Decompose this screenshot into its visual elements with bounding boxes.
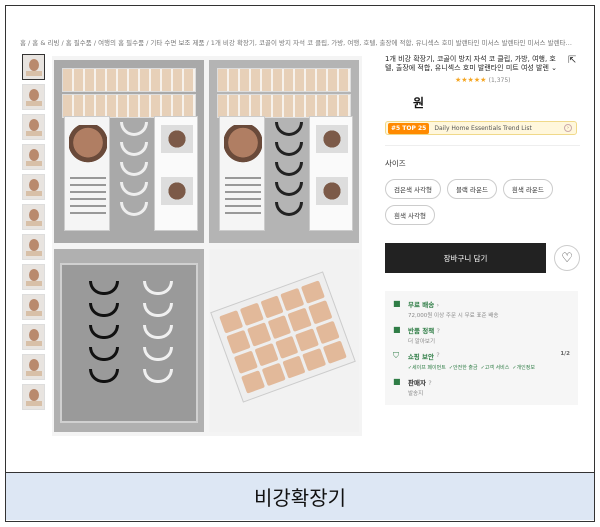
seller-info[interactable]: ■ 판매자 ? 발송지 bbox=[393, 377, 570, 397]
review-count: (1,375) bbox=[488, 77, 511, 84]
benefits-box: ■ 무료 배송 › 72,000원 이상 주문 시 무료 표준 배송 ■ 반품 정… bbox=[385, 291, 578, 405]
thumbnail[interactable] bbox=[22, 84, 45, 110]
thumbnail[interactable] bbox=[22, 324, 45, 350]
white-dilators bbox=[118, 116, 150, 231]
thumbnail[interactable] bbox=[22, 294, 45, 320]
info-card bbox=[154, 116, 198, 231]
share-icon[interactable]: ⇱ bbox=[568, 55, 576, 66]
divider bbox=[385, 145, 580, 146]
shipping-info[interactable]: ■ 무료 배송 › 72,000원 이상 주문 시 무료 표준 배송 bbox=[393, 299, 570, 319]
product-photo-package-white bbox=[54, 60, 204, 243]
thumbnail[interactable] bbox=[22, 144, 45, 170]
guarantee-item: ✓고객 서비스 bbox=[480, 365, 510, 371]
product-photo-tray bbox=[54, 249, 204, 432]
shield-icon: ⛉ bbox=[393, 351, 399, 360]
caption-bar: 비강확장기 bbox=[6, 472, 594, 520]
size-option[interactable]: 블랙 라운드 bbox=[446, 179, 497, 199]
size-option[interactable]: 검은색 사각형 bbox=[385, 179, 441, 199]
product-image-gallery[interactable] bbox=[52, 56, 362, 436]
thumbnail[interactable] bbox=[22, 234, 45, 260]
star-rating-icon: ★★★★★ bbox=[455, 76, 487, 84]
size-option[interactable]: 흰색 사각형 bbox=[385, 205, 435, 225]
security-pager[interactable]: 1/2 bbox=[560, 351, 570, 361]
size-label: 사이즈 bbox=[385, 159, 406, 168]
store-icon: ■ bbox=[393, 377, 401, 386]
info-card bbox=[309, 116, 353, 231]
price: 원 bbox=[413, 96, 425, 110]
package-card bbox=[219, 116, 265, 231]
patch-sheet bbox=[210, 271, 356, 403]
rating[interactable]: ★★★★★ (1,375) bbox=[385, 76, 580, 84]
top-list-name: Daily Home Essentials Trend List bbox=[434, 124, 532, 132]
size-options: 검은색 사각형 블랙 라운드 흰색 라운드 흰색 사각형 bbox=[385, 179, 580, 225]
thumbnail[interactable] bbox=[22, 264, 45, 290]
thumbnail[interactable] bbox=[22, 354, 45, 380]
thumbnail[interactable] bbox=[22, 204, 45, 230]
shopping-security[interactable]: ⛉ 쇼핑 보안 ? 1/2 ✓세이프 페이먼트 ✓안전한 출금 ✓고객 서비스 ✓… bbox=[393, 351, 570, 371]
guarantee-item: ✓개인정보 bbox=[512, 365, 535, 371]
thumbnail[interactable] bbox=[22, 174, 45, 200]
chevron-right-icon: › bbox=[564, 124, 572, 132]
size-option[interactable]: 흰색 라운드 bbox=[502, 179, 553, 199]
thumbnail-strip bbox=[22, 54, 46, 414]
thumbnail[interactable] bbox=[22, 114, 45, 140]
buy-row: 장바구니 담기 ♡ bbox=[385, 243, 580, 273]
truck-icon: ■ bbox=[393, 299, 401, 308]
add-to-cart-button[interactable]: 장바구니 담기 bbox=[385, 243, 547, 273]
guarantee-item: ✓안전한 출금 bbox=[448, 365, 478, 371]
top-rank-label: #5 TOP 25 bbox=[388, 122, 430, 134]
product-info-panel: 1개 비강 확장기, 코골이 방지 자석 코 클립, 가방, 여행, 호텔, 출… bbox=[385, 55, 580, 405]
dilator-tray bbox=[60, 263, 198, 423]
return-policy[interactable]: ■ 반품 정책 ? 더 알아보기 bbox=[393, 325, 570, 345]
package-card bbox=[64, 116, 110, 231]
black-dilators bbox=[273, 116, 305, 231]
top-list-badge[interactable]: #5 TOP 25 Daily Home Essentials Trend Li… bbox=[385, 121, 577, 135]
product-photo-patch-sheet bbox=[209, 249, 359, 432]
product-title[interactable]: 1개 비강 확장기, 코골이 방지 자석 코 클립, 가방, 여행, 호텔, 출… bbox=[385, 55, 560, 73]
guarantee-item: ✓세이프 페이먼트 bbox=[407, 365, 446, 371]
thumbnail[interactable] bbox=[22, 54, 45, 80]
breadcrumb[interactable]: 홈 / 홈 & 리빙 / 홈 필수품 / 여행의 홈 필수품 / 기타 수면 보… bbox=[20, 37, 575, 47]
return-icon: ■ bbox=[393, 325, 401, 334]
caption-text: 비강확장기 bbox=[254, 486, 346, 510]
thumbnail[interactable] bbox=[22, 384, 45, 410]
product-photo-package-black bbox=[209, 60, 359, 243]
heart-icon[interactable]: ♡ bbox=[554, 245, 580, 271]
